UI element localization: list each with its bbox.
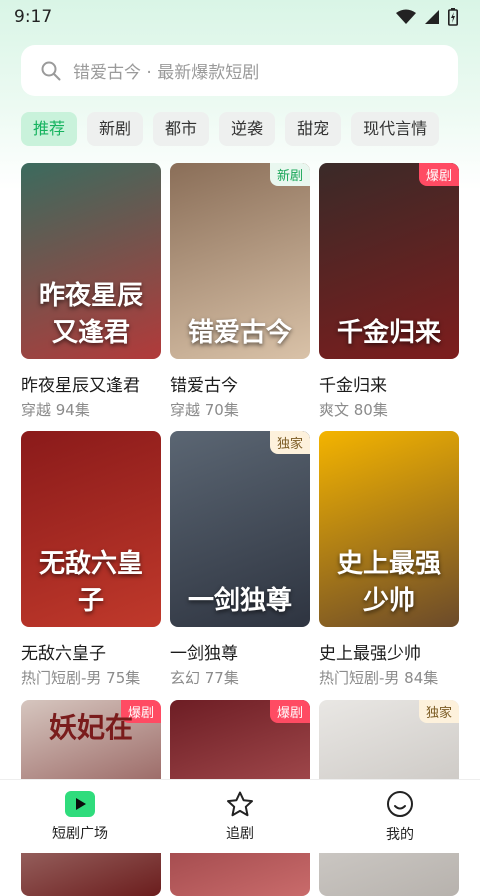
drama-title: 昨夜星辰又逢君 <box>21 376 140 396</box>
drama-title: 错爱古今 <box>170 376 238 396</box>
drama-title: 一剑独尊 <box>170 644 238 664</box>
drama-poster: 新剧 错爱古今 <box>170 163 310 359</box>
drama-poster: 昨夜星辰又逢君 <box>21 163 161 359</box>
signal-icon <box>425 10 439 24</box>
category-tab-comeback[interactable]: 逆袭 <box>219 112 276 146</box>
wifi-icon <box>396 9 416 24</box>
search-bar[interactable]: 错爱古今 · 最新爆款短剧 <box>21 45 458 96</box>
tab-follow[interactable]: 追剧 <box>180 791 300 843</box>
exclusive-badge: 独家 <box>269 431 310 454</box>
exclusive-badge: 独家 <box>418 700 459 723</box>
poster-title: 妖妃在 <box>48 711 133 744</box>
drama-card[interactable]: 史上最强少帅 史上最强少帅 热门短剧-男 84集 <box>319 431 459 688</box>
status-bar: 9:17 <box>0 0 480 34</box>
tab-mine[interactable]: 我的 <box>340 790 460 844</box>
drama-card[interactable]: 爆剧 千金归来 千金归来 爽文 80集 <box>319 163 459 420</box>
category-tab-urban[interactable]: 都市 <box>153 112 210 146</box>
drama-card[interactable]: 新剧 错爱古今 错爱古今 穿越 70集 <box>170 163 310 420</box>
tab-drama-plaza[interactable]: 短剧广场 <box>20 790 140 843</box>
drama-title: 无敌六皇子 <box>21 644 106 664</box>
star-icon <box>227 791 253 816</box>
drama-title: 千金归来 <box>319 376 387 396</box>
bottom-tab-bar: 短剧广场 追剧 我的 <box>0 779 480 853</box>
drama-poster: 史上最强少帅 <box>319 431 459 627</box>
new-badge: 新剧 <box>269 163 310 186</box>
hot-badge: 爆剧 <box>269 700 310 723</box>
category-tabs: 推荐 新剧 都市 逆袭 甜宠 现代言情 <box>21 112 440 146</box>
tab-label: 短剧广场 <box>52 825 108 842</box>
poster-title: 史上最强少帅 <box>336 549 441 616</box>
poster-title: 昨夜星辰又逢君 <box>38 281 143 348</box>
drama-title: 史上最强少帅 <box>319 644 421 664</box>
battery-icon <box>448 8 458 26</box>
tab-label: 追剧 <box>226 825 254 842</box>
category-tab-romance[interactable]: 现代言情 <box>351 112 440 146</box>
smile-icon <box>387 790 413 817</box>
drama-card[interactable]: 独家 一剑独尊 一剑独尊 玄幻 77集 <box>170 431 310 688</box>
status-time: 9:17 <box>14 7 53 27</box>
poster-title: 一剑独尊 <box>187 586 292 616</box>
drama-meta: 爽文 80集 <box>319 401 388 419</box>
drama-poster: 独家 一剑独尊 <box>170 431 310 627</box>
drama-meta: 热门短剧-男 75集 <box>21 669 141 687</box>
search-icon <box>41 61 61 80</box>
drama-card[interactable]: 无敌六皇子 无敌六皇子 热门短剧-男 75集 <box>21 431 161 688</box>
status-icons <box>396 8 458 26</box>
hot-badge: 爆剧 <box>418 163 459 186</box>
drama-meta: 穿越 70集 <box>170 401 239 419</box>
search-placeholder: 错爱古今 · 最新爆款短剧 <box>73 63 260 83</box>
drama-meta: 穿越 94集 <box>21 401 90 419</box>
tab-label: 我的 <box>386 826 414 843</box>
poster-title: 错爱古今 <box>187 318 292 348</box>
category-tab-sweet[interactable]: 甜宠 <box>285 112 342 146</box>
poster-title: 千金归来 <box>336 318 441 348</box>
poster-title: 无敌六皇子 <box>38 549 143 616</box>
drama-card[interactable]: 昨夜星辰又逢君 昨夜星辰又逢君 穿越 94集 <box>21 163 161 420</box>
drama-poster: 爆剧 千金归来 <box>319 163 459 359</box>
play-icon <box>65 790 95 817</box>
drama-meta: 热门短剧-男 84集 <box>319 669 439 687</box>
category-tab-recommend[interactable]: 推荐 <box>21 112 78 146</box>
drama-poster: 无敌六皇子 <box>21 431 161 627</box>
drama-meta: 玄幻 77集 <box>170 669 239 687</box>
category-tab-new[interactable]: 新剧 <box>87 112 144 146</box>
